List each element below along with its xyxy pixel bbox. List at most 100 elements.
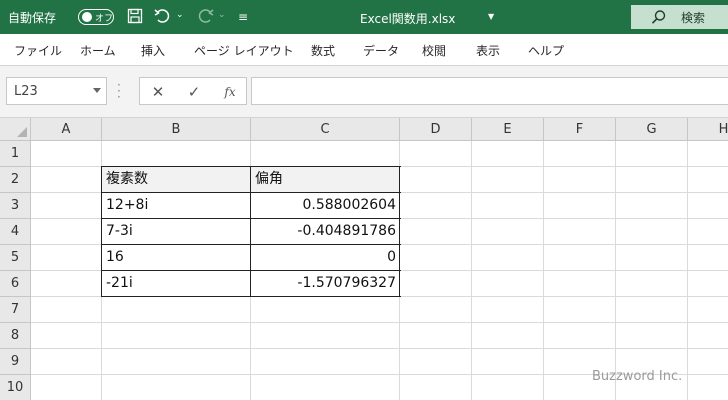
grid-cell[interactable] (616, 219, 688, 245)
grid-cell[interactable] (544, 297, 616, 323)
grid-cell[interactable] (544, 219, 616, 245)
grid-cell[interactable] (688, 245, 728, 271)
grid-cell[interactable] (688, 193, 728, 219)
grid-cell[interactable] (472, 297, 544, 323)
grid-cell[interactable] (472, 219, 544, 245)
table-cell[interactable]: -1.570796327 (251, 271, 400, 297)
grid-cell[interactable] (251, 349, 400, 375)
grid-cell[interactable] (31, 271, 102, 297)
tab-data[interactable]: データ (363, 42, 399, 59)
grid-cell[interactable] (544, 323, 616, 349)
row-header-6[interactable]: 6 (0, 271, 31, 297)
tab-formulas[interactable]: 数式 (311, 42, 335, 59)
undo-icon[interactable] (154, 8, 172, 26)
grid-cell[interactable] (102, 323, 251, 349)
enter-icon[interactable]: ✓ (184, 82, 204, 102)
column-header-g[interactable]: G (616, 118, 688, 141)
grid-cell[interactable] (31, 349, 102, 375)
grid-cell[interactable] (400, 271, 472, 297)
column-header-a[interactable]: A (31, 118, 102, 141)
grid-cell[interactable] (31, 375, 102, 400)
name-box[interactable]: L23 (6, 77, 107, 105)
save-icon[interactable] (126, 8, 144, 26)
row-header-9[interactable]: 9 (0, 349, 31, 375)
grid-cell[interactable] (472, 375, 544, 400)
grid-cell[interactable] (688, 219, 728, 245)
tab-file[interactable]: ファイル (14, 42, 62, 59)
more-options-icon[interactable]: · · · (117, 79, 121, 103)
grid-cell[interactable] (688, 297, 728, 323)
grid-cell[interactable] (472, 349, 544, 375)
grid-cell[interactable] (616, 297, 688, 323)
table-cell[interactable]: -21i (102, 271, 251, 297)
grid-cell[interactable] (472, 193, 544, 219)
grid-cell[interactable] (688, 349, 728, 375)
grid-cell[interactable] (31, 323, 102, 349)
column-header-c[interactable]: C (251, 118, 400, 141)
grid-cell[interactable] (472, 167, 544, 193)
column-header-f[interactable]: F (544, 118, 616, 141)
grid-cell[interactable] (472, 141, 544, 167)
name-box-dropdown-icon[interactable] (93, 88, 101, 93)
customize-toolbar-icon[interactable]: ≡ (234, 8, 252, 26)
table-header-argument[interactable]: 偏角 (251, 167, 400, 193)
grid-cell[interactable] (688, 141, 728, 167)
grid-cell[interactable] (102, 141, 251, 167)
table-cell[interactable]: 0 (251, 245, 400, 271)
grid-cell[interactable] (544, 271, 616, 297)
grid-cell[interactable] (400, 193, 472, 219)
row-header-10[interactable]: 10 (0, 375, 31, 400)
row-header-3[interactable]: 3 (0, 193, 31, 219)
search-box[interactable]: 検索 (631, 5, 728, 29)
column-header-d[interactable]: D (400, 118, 472, 141)
grid-cell[interactable] (616, 245, 688, 271)
grid-cell[interactable] (31, 245, 102, 271)
tab-review[interactable]: 校閲 (422, 42, 446, 59)
grid-cell[interactable] (400, 167, 472, 193)
autosave-toggle[interactable]: オフ (78, 9, 114, 25)
table-cell[interactable]: 12+8i (102, 193, 251, 219)
grid-cell[interactable] (544, 193, 616, 219)
grid-cell[interactable] (616, 167, 688, 193)
grid-cell[interactable] (688, 271, 728, 297)
column-header-e[interactable]: E (472, 118, 544, 141)
grid-cell[interactable] (616, 323, 688, 349)
redo-icon[interactable] (196, 8, 214, 26)
grid-cell[interactable] (544, 167, 616, 193)
grid-cell[interactable] (251, 375, 400, 400)
grid-cell[interactable] (102, 349, 251, 375)
table-cell[interactable]: 7-3i (102, 219, 251, 245)
grid-cell[interactable] (102, 375, 251, 400)
tab-page-layout[interactable]: ページ レイアウト (194, 42, 294, 59)
grid-cell[interactable] (31, 219, 102, 245)
formula-input[interactable] (251, 77, 728, 105)
grid-cell[interactable] (102, 297, 251, 323)
redo-dropdown-icon[interactable]: ⌄ (218, 10, 226, 20)
grid-cell[interactable] (472, 271, 544, 297)
grid-cell[interactable] (400, 219, 472, 245)
grid-cell[interactable] (31, 167, 102, 193)
grid-cell[interactable] (400, 245, 472, 271)
grid-cell[interactable] (616, 141, 688, 167)
tab-help[interactable]: ヘルプ (528, 42, 564, 59)
grid-cell[interactable] (31, 193, 102, 219)
table-cell[interactable]: -0.404891786 (251, 219, 400, 245)
row-header-5[interactable]: 5 (0, 245, 31, 271)
grid-cell[interactable] (400, 349, 472, 375)
grid-cell[interactable] (400, 323, 472, 349)
row-header-1[interactable]: 1 (0, 141, 31, 167)
grid-cell[interactable] (400, 141, 472, 167)
grid-cell[interactable] (616, 193, 688, 219)
grid-cell[interactable] (544, 141, 616, 167)
grid-cell[interactable] (400, 375, 472, 400)
table-cell[interactable]: 16 (102, 245, 251, 271)
table-cell[interactable]: 0.588002604 (251, 193, 400, 219)
grid-cell[interactable] (251, 323, 400, 349)
tab-insert[interactable]: 挿入 (141, 42, 165, 59)
row-header-8[interactable]: 8 (0, 323, 31, 349)
grid-cell[interactable] (31, 141, 102, 167)
row-header-4[interactable]: 4 (0, 219, 31, 245)
grid-cell[interactable] (31, 297, 102, 323)
filename-dropdown-icon[interactable]: ▼ (488, 12, 494, 21)
column-header-h[interactable]: H (688, 118, 728, 141)
